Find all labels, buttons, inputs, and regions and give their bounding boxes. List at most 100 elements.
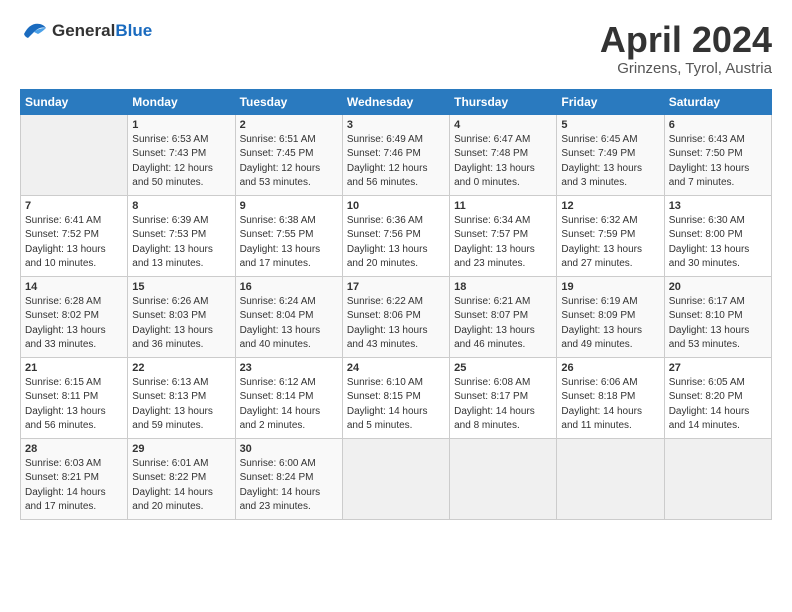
day-number: 10 (347, 200, 445, 212)
day-info: Sunrise: 6:51 AMSunset: 7:45 PMDaylight:… (240, 133, 338, 191)
header: GeneralBlue April 2024 Grinzens, Tyrol, … (20, 20, 772, 77)
day-number: 2 (240, 119, 338, 131)
logo-general: General (52, 21, 115, 40)
day-cell: 1Sunrise: 6:53 AMSunset: 7:43 PMDaylight… (128, 114, 235, 195)
day-info: Sunrise: 6:06 AMSunset: 8:18 PMDaylight:… (561, 376, 659, 434)
day-number: 6 (669, 119, 767, 131)
day-cell: 22Sunrise: 6:13 AMSunset: 8:13 PMDayligh… (128, 357, 235, 438)
day-cell: 7 Sunrise: 6:41 AMSunset: 7:52 PMDaylight… (21, 195, 128, 276)
day-info: Sunrise: 6:49 AMSunset: 7:46 PMDaylight:… (347, 133, 445, 191)
day-cell: 12 Sunrise: 6:32 AMSunset: 7:59 PMDayligh… (557, 195, 664, 276)
day-info: Sunrise: 6:36 AMSunset: 7:56 PMDaylight:… (347, 214, 445, 272)
day-number: 26 (561, 362, 659, 374)
day-cell: 28 Sunrise: 6:03 AMSunset: 8:21 PMDayligh… (21, 438, 128, 519)
day-cell: 30 Sunrise: 6:00 AMSunset: 8:24 PMDayligh… (235, 438, 342, 519)
day-number: 23 (240, 362, 338, 374)
col-monday: Monday (128, 89, 235, 114)
day-cell: 17 Sunrise: 6:22 AMSunset: 8:06 PMDayligh… (342, 276, 449, 357)
day-cell (342, 438, 449, 519)
day-number: 9 (240, 200, 338, 212)
page: GeneralBlue April 2024 Grinzens, Tyrol, … (0, 0, 792, 530)
location-subtitle: Grinzens, Tyrol, Austria (600, 60, 772, 77)
day-info: Sunrise: 6:03 AMSunset: 8:21 PMDaylight:… (25, 457, 123, 515)
week-row-0: 1Sunrise: 6:53 AMSunset: 7:43 PMDaylight… (21, 114, 772, 195)
col-thursday: Thursday (450, 89, 557, 114)
day-cell: 23Sunrise: 6:12 AMSunset: 8:14 PMDayligh… (235, 357, 342, 438)
day-info: Sunrise: 6:41 AMSunset: 7:52 PMDaylight:… (25, 214, 123, 272)
day-cell: 8 Sunrise: 6:39 AMSunset: 7:53 PMDaylight… (128, 195, 235, 276)
day-info: Sunrise: 6:21 AMSunset: 8:07 PMDaylight:… (454, 295, 552, 353)
day-cell: 25 Sunrise: 6:08 AMSunset: 8:17 PMDayligh… (450, 357, 557, 438)
day-cell: 6Sunrise: 6:43 AMSunset: 7:50 PMDaylight… (664, 114, 771, 195)
logo-blue: Blue (115, 21, 152, 40)
day-number: 14 (25, 281, 123, 293)
day-number: 4 (454, 119, 552, 131)
day-cell: 29 Sunrise: 6:01 AMSunset: 8:22 PMDayligh… (128, 438, 235, 519)
day-cell: 16 Sunrise: 6:24 AMSunset: 8:04 PMDayligh… (235, 276, 342, 357)
day-cell: 19 Sunrise: 6:19 AMSunset: 8:09 PMDayligh… (557, 276, 664, 357)
day-number: 19 (561, 281, 659, 293)
day-info: Sunrise: 6:38 AMSunset: 7:55 PMDaylight:… (240, 214, 338, 272)
day-number: 11 (454, 200, 552, 212)
day-info: Sunrise: 6:34 AMSunset: 7:57 PMDaylight:… (454, 214, 552, 272)
day-info: Sunrise: 6:13 AMSunset: 8:13 PMDaylight:… (132, 376, 230, 434)
col-sunday: Sunday (21, 89, 128, 114)
day-number: 3 (347, 119, 445, 131)
day-number: 24 (347, 362, 445, 374)
day-number: 28 (25, 443, 123, 455)
day-info: Sunrise: 6:08 AMSunset: 8:17 PMDaylight:… (454, 376, 552, 434)
day-number: 29 (132, 443, 230, 455)
day-number: 25 (454, 362, 552, 374)
col-tuesday: Tuesday (235, 89, 342, 114)
logo: GeneralBlue (20, 20, 152, 42)
day-cell: 15 Sunrise: 6:26 AMSunset: 8:03 PMDayligh… (128, 276, 235, 357)
month-title: April 2024 (600, 20, 772, 60)
day-cell (557, 438, 664, 519)
header-row: Sunday Monday Tuesday Wednesday Thursday… (21, 89, 772, 114)
day-info: Sunrise: 6:17 AMSunset: 8:10 PMDaylight:… (669, 295, 767, 353)
calendar-table: Sunday Monday Tuesday Wednesday Thursday… (20, 89, 772, 520)
day-number: 12 (561, 200, 659, 212)
col-wednesday: Wednesday (342, 89, 449, 114)
logo-text: GeneralBlue (52, 21, 152, 41)
day-cell: 9 Sunrise: 6:38 AMSunset: 7:55 PMDaylight… (235, 195, 342, 276)
day-cell: 24 Sunrise: 6:10 AMSunset: 8:15 PMDayligh… (342, 357, 449, 438)
day-info: Sunrise: 6:00 AMSunset: 8:24 PMDaylight:… (240, 457, 338, 515)
day-info: Sunrise: 6:15 AMSunset: 8:11 PMDaylight:… (25, 376, 123, 434)
day-number: 27 (669, 362, 767, 374)
day-cell (21, 114, 128, 195)
logo-icon (20, 20, 48, 42)
day-number: 20 (669, 281, 767, 293)
week-row-2: 14 Sunrise: 6:28 AMSunset: 8:02 PMDayligh… (21, 276, 772, 357)
day-number: 30 (240, 443, 338, 455)
day-info: Sunrise: 6:30 AMSunset: 8:00 PMDaylight:… (669, 214, 767, 272)
day-info: Sunrise: 6:22 AMSunset: 8:06 PMDaylight:… (347, 295, 445, 353)
title-area: April 2024 Grinzens, Tyrol, Austria (600, 20, 772, 77)
week-row-1: 7 Sunrise: 6:41 AMSunset: 7:52 PMDaylight… (21, 195, 772, 276)
day-info: Sunrise: 6:19 AMSunset: 8:09 PMDaylight:… (561, 295, 659, 353)
day-cell: 14 Sunrise: 6:28 AMSunset: 8:02 PMDayligh… (21, 276, 128, 357)
day-info: Sunrise: 6:53 AMSunset: 7:43 PMDaylight:… (132, 133, 230, 191)
col-saturday: Saturday (664, 89, 771, 114)
day-number: 18 (454, 281, 552, 293)
col-friday: Friday (557, 89, 664, 114)
day-cell: 26 Sunrise: 6:06 AMSunset: 8:18 PMDayligh… (557, 357, 664, 438)
day-cell: 20 Sunrise: 6:17 AMSunset: 8:10 PMDayligh… (664, 276, 771, 357)
day-number: 16 (240, 281, 338, 293)
day-info: Sunrise: 6:24 AMSunset: 8:04 PMDaylight:… (240, 295, 338, 353)
day-number: 8 (132, 200, 230, 212)
day-info: Sunrise: 6:28 AMSunset: 8:02 PMDaylight:… (25, 295, 123, 353)
day-number: 15 (132, 281, 230, 293)
day-cell: 11 Sunrise: 6:34 AMSunset: 7:57 PMDayligh… (450, 195, 557, 276)
day-cell: 4Sunrise: 6:47 AMSunset: 7:48 PMDaylight… (450, 114, 557, 195)
day-number: 13 (669, 200, 767, 212)
day-info: Sunrise: 6:01 AMSunset: 8:22 PMDaylight:… (132, 457, 230, 515)
day-number: 7 (25, 200, 123, 212)
day-info: Sunrise: 6:39 AMSunset: 7:53 PMDaylight:… (132, 214, 230, 272)
day-info: Sunrise: 6:10 AMSunset: 8:15 PMDaylight:… (347, 376, 445, 434)
day-number: 17 (347, 281, 445, 293)
day-info: Sunrise: 6:45 AMSunset: 7:49 PMDaylight:… (561, 133, 659, 191)
week-row-4: 28 Sunrise: 6:03 AMSunset: 8:21 PMDayligh… (21, 438, 772, 519)
day-info: Sunrise: 6:32 AMSunset: 7:59 PMDaylight:… (561, 214, 659, 272)
day-info: Sunrise: 6:26 AMSunset: 8:03 PMDaylight:… (132, 295, 230, 353)
